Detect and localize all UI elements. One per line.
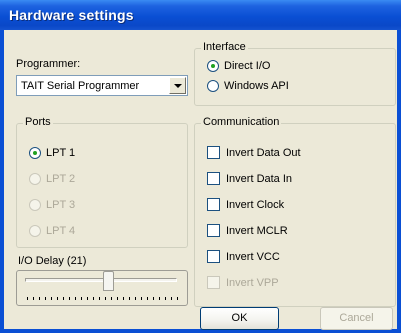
io-delay-label: I/O Delay (21) xyxy=(18,255,87,267)
checkbox-label: Invert MCLR xyxy=(226,225,288,237)
checkbox-icon[interactable] xyxy=(207,172,220,185)
checkbox-icon[interactable] xyxy=(207,198,220,211)
checkbox-label: Invert VCC xyxy=(226,251,280,263)
interface-group-title: Interface xyxy=(201,41,248,53)
radio-icon xyxy=(29,199,41,211)
port-radio-label: LPT 4 xyxy=(46,225,76,237)
ports-group: Ports LPT 1 LPT 2 LPT 3 LPT 4 xyxy=(16,116,188,248)
io-delay-slider[interactable] xyxy=(16,270,188,306)
programmer-value: TAIT Serial Programmer xyxy=(21,80,140,92)
checkbox-label: Invert Data Out xyxy=(226,147,301,159)
port-radio-label: LPT 2 xyxy=(46,173,76,185)
ok-button[interactable]: OK xyxy=(200,307,279,330)
checkbox-icon[interactable] xyxy=(207,146,220,159)
title-bar[interactable]: Hardware settings xyxy=(0,0,401,30)
programmer-label: Programmer: xyxy=(16,58,81,70)
interface-group: Interface Direct I/O Windows API xyxy=(194,41,396,106)
checkbox-icon xyxy=(207,276,220,289)
programmer-dropdown[interactable]: TAIT Serial Programmer xyxy=(16,75,188,96)
radio-icon xyxy=(29,173,41,185)
checkbox-icon[interactable] xyxy=(207,224,220,237)
chevron-down-icon[interactable] xyxy=(169,77,186,94)
communication-group: Communication Invert Data Out Invert Dat… xyxy=(194,116,396,307)
slider-track[interactable] xyxy=(25,278,177,282)
checkbox-icon[interactable] xyxy=(207,250,220,263)
dialog-client: Programmer: TAIT Serial Programmer Inter… xyxy=(4,30,397,330)
port-radio-label: LPT 3 xyxy=(46,199,76,211)
cancel-button: Cancel xyxy=(320,307,393,330)
checkbox-label: Invert Clock xyxy=(226,199,285,211)
interface-radio-label: Direct I/O xyxy=(224,60,271,72)
port-radio-label: LPT 1 xyxy=(46,147,76,159)
radio-icon[interactable] xyxy=(207,80,219,92)
radio-selected-icon[interactable] xyxy=(207,60,219,72)
window-title: Hardware settings xyxy=(9,7,134,23)
slider-ticks xyxy=(27,297,179,303)
checkbox-label: Invert VPP xyxy=(226,277,279,289)
slider-thumb[interactable] xyxy=(103,271,114,291)
communication-group-title: Communication xyxy=(201,116,282,128)
radio-selected-icon[interactable] xyxy=(29,147,41,159)
interface-radio-label: Windows API xyxy=(224,80,289,92)
checkbox-label: Invert Data In xyxy=(226,173,293,185)
ports-group-title: Ports xyxy=(23,116,53,128)
radio-icon xyxy=(29,225,41,237)
window-border-right xyxy=(397,30,401,333)
